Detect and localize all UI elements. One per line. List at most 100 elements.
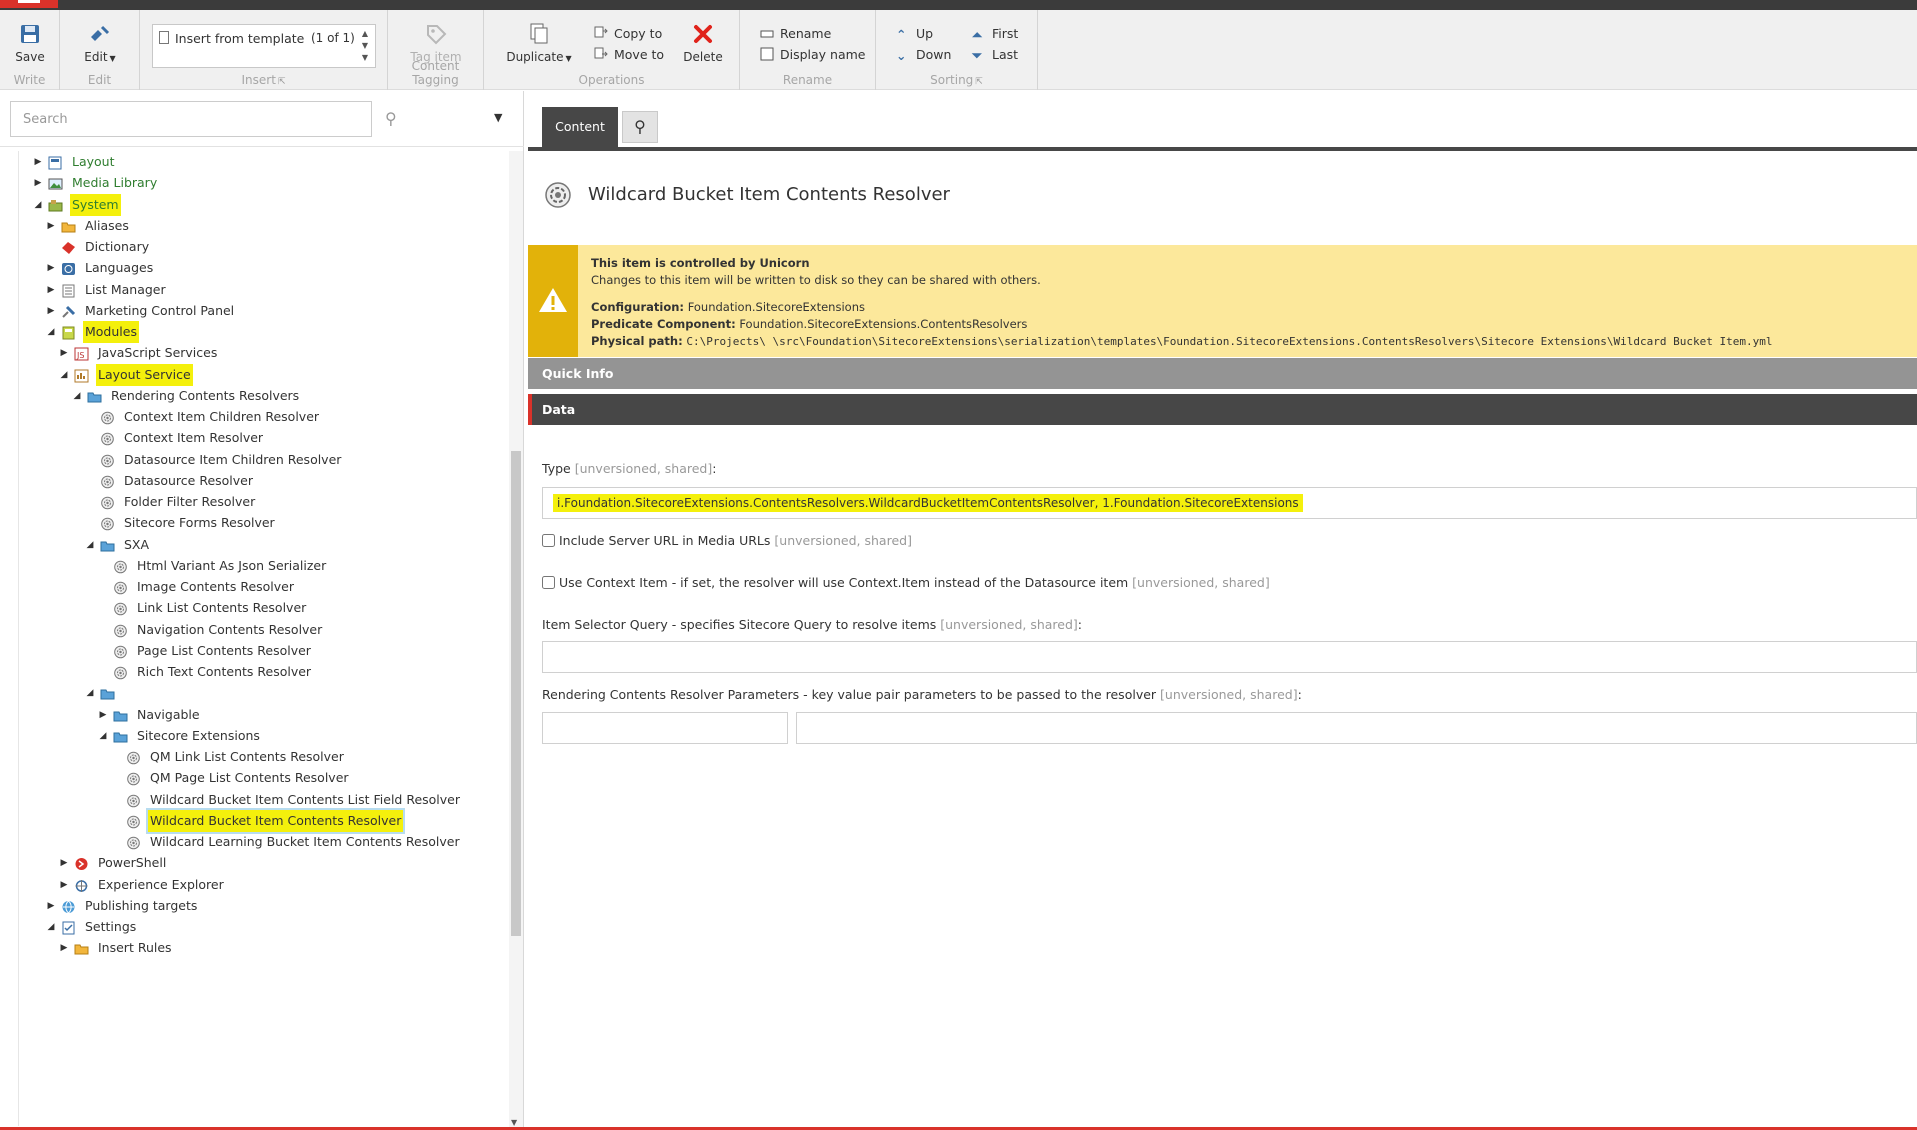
tree-node-label[interactable]: QM Link List Contents Resolver (148, 746, 346, 768)
predicate-value: Foundation.SitecoreExtensions.ContentsRe… (739, 317, 1028, 331)
tree-node-label[interactable]: Datasource Resolver (122, 470, 255, 492)
tree-node-label[interactable]: System (70, 193, 121, 216)
search-input[interactable] (10, 101, 372, 137)
tree-node-label[interactable]: Marketing Control Panel (83, 300, 236, 322)
scroll-down-icon[interactable]: ▼ (511, 1118, 517, 1127)
rename-button[interactable]: Rename (760, 26, 831, 42)
tree-node-label[interactable]: List Manager (83, 279, 168, 301)
gallery-scroll[interactable]: ▲ ▼ ▼ (359, 28, 371, 64)
section-data[interactable]: Data (528, 394, 1917, 425)
gallery-up-icon[interactable]: ▲ (359, 28, 371, 40)
expand-arrow-icon[interactable]: ▶ (58, 852, 70, 874)
search-icon[interactable]: ⚲ (385, 109, 397, 128)
tree-node-label[interactable]: Html Variant As Json Serializer (135, 555, 328, 577)
tree-node-label[interactable]: PowerShell (96, 852, 168, 874)
collapse-arrow-icon[interactable]: ◢ (45, 916, 57, 938)
insert-gallery[interactable]: Insert from template (1 of 1) ▲ ▼ ▼ (152, 24, 376, 68)
collapse-arrow-icon[interactable]: ◢ (45, 321, 57, 343)
sort-last-button[interactable]: ⏷ Last (972, 47, 1018, 64)
save-button[interactable]: Save (10, 22, 50, 64)
tree-node-label[interactable]: Insert Rules (96, 937, 174, 959)
include-server-url-field[interactable]: Include Server URL in Media URLs [unvers… (542, 533, 912, 548)
tree-node-label[interactable]: Experience Explorer (96, 874, 226, 896)
section-quick-info[interactable]: Quick Info (528, 358, 1917, 389)
scrollbar-thumb[interactable] (511, 451, 521, 936)
expand-arrow-icon[interactable]: ▶ (58, 342, 70, 364)
tree-node-label[interactable]: Languages (83, 257, 155, 279)
expand-arrow-icon[interactable]: ▶ (45, 300, 57, 322)
sort-down-button[interactable]: ⌄ Down (896, 47, 951, 63)
collapse-arrow-icon[interactable]: ◢ (97, 725, 109, 747)
app-logo[interactable] (0, 0, 58, 8)
collapse-arrow-icon[interactable]: ◢ (58, 364, 70, 386)
tree-node-label[interactable]: Wildcard Bucket Item Contents List Field… (148, 789, 462, 811)
tree-node-label[interactable]: Image Contents Resolver (135, 576, 296, 598)
move-to-button[interactable]: Move to (594, 47, 664, 64)
expand-arrow-icon[interactable]: ▶ (45, 215, 57, 237)
item-selector-query-input[interactable] (542, 641, 1917, 673)
tree-node-label[interactable]: SXA (122, 534, 151, 556)
tree-node-label[interactable]: Aliases (83, 215, 131, 237)
display-name-button[interactable]: Display name (760, 47, 866, 64)
tree-node-label[interactable]: Rich Text Contents Resolver (135, 661, 313, 683)
tree-node-label[interactable]: Folder Filter Resolver (122, 491, 257, 513)
tab-content[interactable]: Content (542, 107, 618, 147)
dialog-launcher-icon[interactable]: ⇱ (278, 77, 286, 87)
tree-node-label[interactable]: JavaScript Services (96, 342, 219, 364)
use-context-item-checkbox[interactable] (542, 576, 555, 589)
expand-arrow-icon[interactable]: ▶ (32, 172, 44, 194)
tree-node-label[interactable]: Dictionary (83, 236, 151, 258)
param-key-input[interactable] (542, 712, 788, 744)
tree-node-label[interactable]: Datasource Item Children Resolver (122, 449, 343, 471)
tree-node-label[interactable]: Page List Contents Resolver (135, 640, 313, 662)
tree-node-label[interactable]: Media Library (70, 172, 159, 194)
tree-node-label[interactable]: Context Item Children Resolver (122, 406, 321, 428)
tree-node-label[interactable]: Publishing targets (83, 895, 199, 917)
tag-item-button[interactable]: Tag item (404, 22, 468, 64)
tree-node-label[interactable]: Wildcard Learning Bucket Item Contents R… (148, 831, 462, 853)
tree-node-label[interactable]: Sitecore Extensions (135, 725, 262, 747)
gallery-more-icon[interactable]: ▼ (359, 52, 371, 64)
search-tab-button[interactable]: ⚲ (622, 111, 658, 143)
include-server-url-checkbox[interactable] (542, 534, 555, 547)
expand-arrow-icon[interactable]: ▶ (97, 704, 109, 726)
collapse-arrow-icon[interactable]: ◢ (32, 194, 44, 216)
tree-node-label[interactable]: Navigation Contents Resolver (135, 619, 324, 641)
duplicate-button[interactable]: Duplicate ▼ (506, 22, 572, 64)
use-context-item-field[interactable]: Use Context Item - if set, the resolver … (542, 575, 1270, 590)
copy-to-button[interactable]: Copy to (594, 26, 662, 43)
tree-node-label[interactable]: Sitecore Forms Resolver (122, 512, 277, 534)
collapse-arrow-icon[interactable]: ◢ (84, 682, 96, 704)
tree-node-label[interactable]: Wildcard Bucket Item Contents Resolver (145, 807, 406, 834)
tree-node-label[interactable]: Navigable (135, 704, 202, 726)
tree-node-label[interactable]: Rendering Contents Resolvers (109, 385, 301, 407)
collapse-arrow-icon[interactable]: ◢ (71, 385, 83, 407)
expand-arrow-icon[interactable]: ▶ (45, 279, 57, 301)
expand-arrow-icon[interactable]: ▶ (58, 937, 70, 959)
type-field[interactable]: i.Foundation.SitecoreExtensions.Contents… (542, 487, 1917, 519)
tree-node-label[interactable]: Modules (83, 321, 139, 343)
chevron-down-icon[interactable]: ▼ (494, 111, 502, 124)
dialog-launcher-icon[interactable]: ⇱ (975, 77, 983, 87)
tree-node-label[interactable]: Settings (83, 916, 138, 938)
tree-node-label[interactable]: Layout Service (96, 363, 193, 386)
delete-button[interactable]: Delete (680, 22, 726, 64)
expand-arrow-icon[interactable]: ▶ (45, 257, 57, 279)
tree-node-label[interactable]: Context Item Resolver (122, 427, 265, 449)
param-value-input[interactable] (796, 712, 1917, 744)
last-label: Last (992, 47, 1019, 62)
expand-arrow-icon[interactable]: ▶ (58, 874, 70, 896)
insert-from-template[interactable]: Insert from template (175, 31, 304, 46)
tree-node-label[interactable]: Link List Contents Resolver (135, 597, 308, 619)
expand-arrow-icon[interactable]: ▶ (45, 895, 57, 917)
tree-node-label[interactable]: Layout (70, 151, 117, 173)
sort-first-button[interactable]: ⏶ First (972, 26, 1018, 43)
tree-node-label[interactable]: QM Page List Contents Resolver (148, 767, 351, 789)
collapse-arrow-icon[interactable]: ◢ (84, 534, 96, 556)
sort-up-button[interactable]: ⌃ Up (896, 26, 933, 42)
tree-scrollbar[interactable]: ▼ (509, 151, 523, 1129)
gallery-down-icon[interactable]: ▼ (359, 40, 371, 52)
expand-arrow-icon[interactable]: ▶ (32, 151, 44, 173)
chevron-up-icon: ⌃ (896, 27, 907, 42)
edit-button[interactable]: Edit ▼ (80, 22, 120, 64)
